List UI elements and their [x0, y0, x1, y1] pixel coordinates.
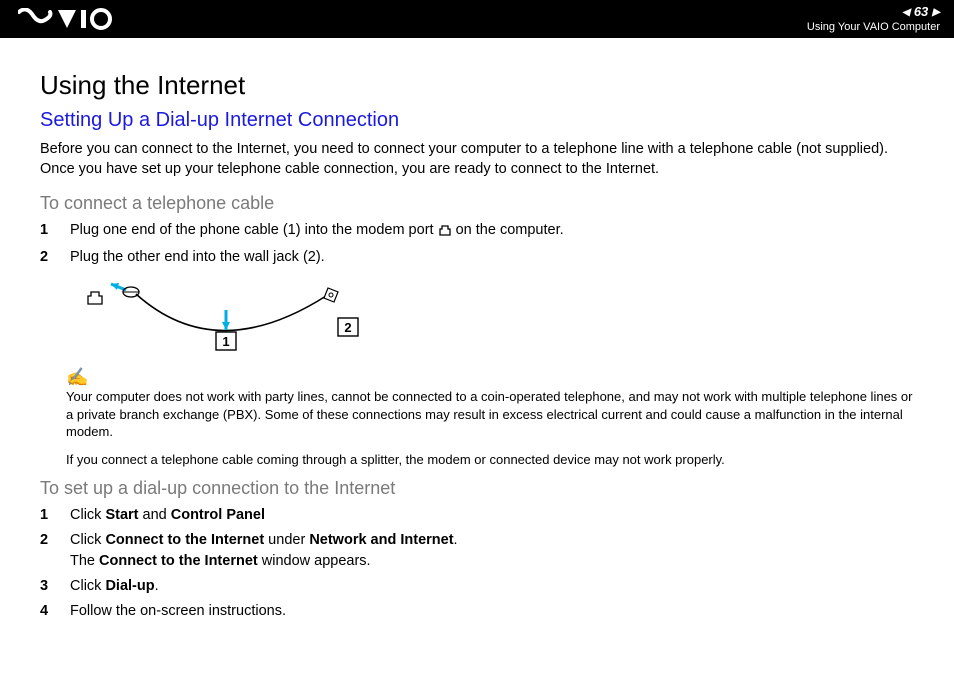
- prev-page-icon[interactable]: ◀: [902, 7, 910, 18]
- task1-heading: To connect a telephone cable: [40, 193, 914, 214]
- task2-steps: Click Start and Control Panel Click Conn…: [40, 505, 914, 622]
- page-title: Using the Internet: [40, 70, 914, 101]
- t: Click: [70, 578, 105, 594]
- task1-step-1: Plug one end of the phone cable (1) into…: [40, 220, 914, 243]
- step-text-b: on the computer.: [452, 222, 564, 238]
- note-icon: ✍: [66, 367, 88, 387]
- bold-control-panel: Control Panel: [171, 507, 265, 523]
- bold-start: Start: [105, 507, 138, 523]
- t: The: [70, 553, 99, 569]
- t: and: [139, 507, 171, 523]
- page-content: Using the Internet Setting Up a Dial-up …: [0, 38, 954, 622]
- task1-steps: Plug one end of the phone cable (1) into…: [40, 220, 914, 268]
- note-text-1: Your computer does not work with party l…: [66, 388, 914, 441]
- next-page-icon[interactable]: ▶: [932, 7, 940, 18]
- task2-step-2: Click Connect to the Internet under Netw…: [40, 530, 914, 572]
- step-text-a: Plug one end of the phone cable (1) into…: [70, 222, 438, 238]
- task2-step-4: Follow the on-screen instructions.: [40, 601, 914, 622]
- bold-connect-internet: Connect to the Internet: [105, 532, 264, 548]
- vaio-logo: [18, 8, 128, 30]
- t: Click: [70, 532, 105, 548]
- t: .: [454, 532, 458, 548]
- diagram-label-2: 2: [344, 320, 351, 335]
- header-right: ◀ 63 ▶ Using Your VAIO Computer: [807, 5, 940, 32]
- header-bar: ◀ 63 ▶ Using Your VAIO Computer: [0, 0, 954, 38]
- diagram-label-1: 1: [222, 334, 229, 349]
- note-text-2: If you connect a telephone cable coming …: [66, 451, 914, 469]
- page-number: 63: [914, 5, 928, 19]
- bold-dialup: Dial-up: [105, 578, 154, 594]
- t: Click: [70, 507, 105, 523]
- intro-paragraph: Before you can connect to the Internet, …: [40, 140, 914, 179]
- breadcrumb: Using Your VAIO Computer: [807, 21, 940, 33]
- task2-step-3: Click Dial-up.: [40, 576, 914, 597]
- t: .: [155, 578, 159, 594]
- note-block: ✍ Your computer does not work with party…: [66, 367, 914, 441]
- task2-heading: To set up a dial-up connection to the In…: [40, 478, 914, 499]
- t: under: [264, 532, 309, 548]
- bold-network-internet: Network and Internet: [309, 532, 453, 548]
- section-subtitle: Setting Up a Dial-up Internet Connection: [40, 109, 914, 132]
- modem-port-icon: [438, 222, 452, 243]
- cable-diagram: 1 2: [66, 276, 914, 359]
- t: window appears.: [258, 553, 371, 569]
- task1-step-2: Plug the other end into the wall jack (2…: [40, 247, 914, 268]
- page-nav: ◀ 63 ▶: [902, 5, 940, 19]
- task2-step-1: Click Start and Control Panel: [40, 505, 914, 526]
- bold-connect-window: Connect to the Internet: [99, 553, 258, 569]
